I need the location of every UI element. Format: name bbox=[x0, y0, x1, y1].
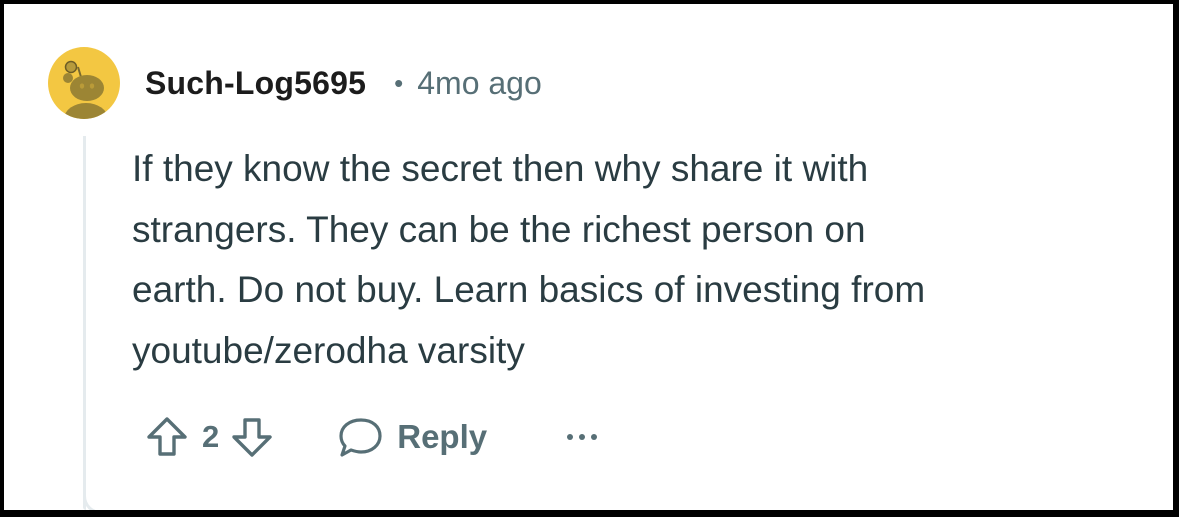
thread-line[interactable] bbox=[83, 136, 86, 510]
comment-body: If they know the secret then why share i… bbox=[132, 139, 1132, 381]
downvote-button[interactable] bbox=[227, 412, 277, 462]
comment-action-bar: 2 Reply bbox=[142, 412, 599, 462]
screenshot-frame: Such-Log5695 • 4mo ago If they know the … bbox=[0, 0, 1179, 517]
reply-button[interactable]: Reply bbox=[337, 412, 487, 462]
comment-body-line: youtube/zerodha varsity bbox=[132, 329, 525, 371]
vote-count: 2 bbox=[202, 419, 220, 454]
reply-label: Reply bbox=[397, 418, 488, 455]
upvote-button[interactable] bbox=[142, 412, 192, 462]
snoo-avatar-icon bbox=[63, 60, 108, 119]
comment-body-line: If they know the secret then why share i… bbox=[132, 148, 869, 189]
upvote-arrow-icon bbox=[147, 417, 187, 456]
comment-card: Such-Log5695 • 4mo ago If they know the … bbox=[4, 4, 1173, 510]
comment-body-line: strangers. They can be the richest perso… bbox=[132, 208, 866, 250]
comment-timestamp[interactable]: 4mo ago bbox=[417, 65, 542, 102]
more-options-button[interactable] bbox=[565, 412, 599, 462]
user-avatar[interactable] bbox=[48, 47, 120, 119]
more-options-icon bbox=[567, 434, 598, 440]
speech-bubble-icon bbox=[339, 418, 382, 457]
author-username[interactable]: Such-Log5695 bbox=[145, 65, 366, 102]
meta-separator: • bbox=[394, 67, 404, 98]
downvote-arrow-icon bbox=[232, 418, 272, 457]
thread-branch bbox=[83, 474, 123, 510]
comment-body-line: earth. Do not buy. Learn basics of inves… bbox=[132, 269, 926, 310]
comment-header: Such-Log5695 • 4mo ago bbox=[145, 60, 542, 106]
